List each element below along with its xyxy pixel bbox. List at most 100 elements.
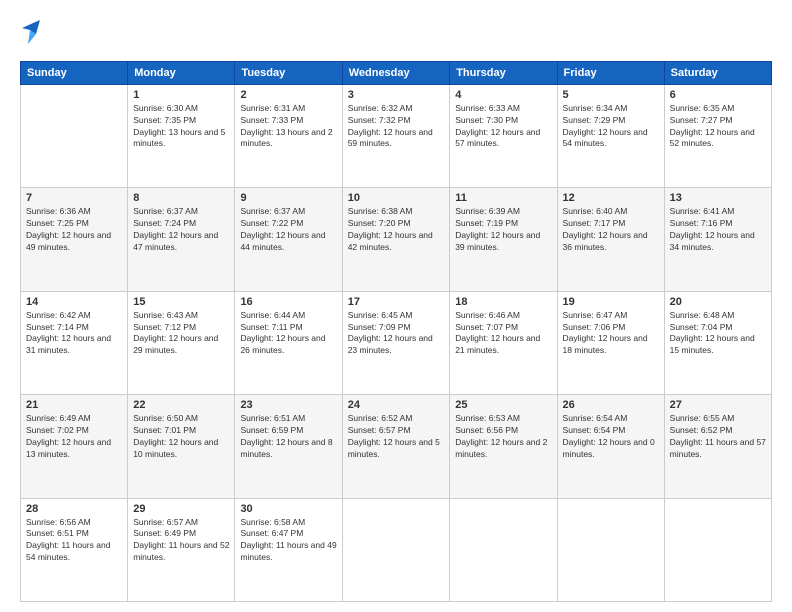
calendar-cell: 13 Sunrise: 6:41 AMSunset: 7:16 PMDayligh… (664, 188, 771, 291)
calendar-cell (21, 84, 128, 187)
weekday-header-saturday: Saturday (664, 61, 771, 84)
weekday-header-friday: Friday (557, 61, 664, 84)
day-number: 16 (240, 296, 336, 308)
week-row-2: 14 Sunrise: 6:42 AMSunset: 7:14 PMDayligh… (21, 291, 772, 394)
day-info: Sunrise: 6:44 AMSunset: 7:11 PMDaylight:… (240, 310, 336, 358)
calendar-cell (450, 498, 557, 601)
day-number: 9 (240, 192, 336, 204)
day-number: 19 (563, 296, 659, 308)
day-number: 28 (26, 503, 122, 515)
calendar-cell: 25 Sunrise: 6:53 AMSunset: 6:56 PMDayligh… (450, 395, 557, 498)
calendar-cell: 23 Sunrise: 6:51 AMSunset: 6:59 PMDayligh… (235, 395, 342, 498)
calendar-cell: 9 Sunrise: 6:37 AMSunset: 7:22 PMDaylight… (235, 188, 342, 291)
day-info: Sunrise: 6:30 AMSunset: 7:35 PMDaylight:… (133, 103, 229, 151)
day-info: Sunrise: 6:42 AMSunset: 7:14 PMDaylight:… (26, 310, 122, 358)
day-info: Sunrise: 6:38 AMSunset: 7:20 PMDaylight:… (348, 206, 445, 254)
calendar-cell: 17Sunrise: 6:45 AMSunset: 7:09 PMDayligh… (342, 291, 450, 394)
day-number: 22 (133, 399, 229, 411)
day-number: 18 (455, 296, 551, 308)
day-number: 5 (563, 89, 659, 101)
calendar-cell: 5 Sunrise: 6:34 AMSunset: 7:29 PMDaylight… (557, 84, 664, 187)
logo-bird-icon (22, 20, 40, 44)
weekday-header-sunday: Sunday (21, 61, 128, 84)
calendar-cell: 29Sunrise: 6:57 AMSunset: 6:49 PMDayligh… (128, 498, 235, 601)
day-number: 12 (563, 192, 659, 204)
day-info: Sunrise: 6:31 AMSunset: 7:33 PMDaylight:… (240, 103, 336, 151)
day-info: Sunrise: 6:43 AMSunset: 7:12 PMDaylight:… (133, 310, 229, 358)
day-number: 2 (240, 89, 336, 101)
day-info: Sunrise: 6:56 AMSunset: 6:51 PMDaylight:… (26, 517, 122, 565)
week-row-4: 28 Sunrise: 6:56 AMSunset: 6:51 PMDayligh… (21, 498, 772, 601)
day-number: 6 (670, 89, 766, 101)
calendar-cell: 22 Sunrise: 6:50 AMSunset: 7:01 PMDayligh… (128, 395, 235, 498)
header (20, 18, 772, 51)
day-info: Sunrise: 6:41 AMSunset: 7:16 PMDaylight:… (670, 206, 766, 254)
week-row-1: 7Sunrise: 6:36 AMSunset: 7:25 PMDaylight… (21, 188, 772, 291)
day-number: 23 (240, 399, 336, 411)
calendar-page: SundayMondayTuesdayWednesdayThursdayFrid… (0, 0, 792, 612)
day-number: 4 (455, 89, 551, 101)
calendar-cell: 27 Sunrise: 6:55 AMSunset: 6:52 PMDayligh… (664, 395, 771, 498)
day-info: Sunrise: 6:37 AMSunset: 7:22 PMDaylight:… (240, 206, 336, 254)
day-info: Sunrise: 6:51 AMSunset: 6:59 PMDaylight:… (240, 413, 336, 461)
weekday-header-thursday: Thursday (450, 61, 557, 84)
day-number: 3 (348, 89, 445, 101)
calendar-cell: 3 Sunrise: 6:32 AMSunset: 7:32 PMDaylight… (342, 84, 450, 187)
day-info: Sunrise: 6:40 AMSunset: 7:17 PMDaylight:… (563, 206, 659, 254)
calendar-cell: 1 Sunrise: 6:30 AMSunset: 7:35 PMDaylight… (128, 84, 235, 187)
calendar-cell: 19Sunrise: 6:47 AMSunset: 7:06 PMDayligh… (557, 291, 664, 394)
day-info: Sunrise: 6:50 AMSunset: 7:01 PMDaylight:… (133, 413, 229, 461)
day-number: 1 (133, 89, 229, 101)
calendar-cell: 7Sunrise: 6:36 AMSunset: 7:25 PMDaylight… (21, 188, 128, 291)
day-number: 11 (455, 192, 551, 204)
calendar-cell: 14 Sunrise: 6:42 AMSunset: 7:14 PMDayligh… (21, 291, 128, 394)
day-number: 15 (133, 296, 229, 308)
day-number: 13 (670, 192, 766, 204)
calendar-table: SundayMondayTuesdayWednesdayThursdayFrid… (20, 61, 772, 602)
calendar-cell: 4Sunrise: 6:33 AMSunset: 7:30 PMDaylight… (450, 84, 557, 187)
calendar-cell: 26 Sunrise: 6:54 AMSunset: 6:54 PMDayligh… (557, 395, 664, 498)
day-info: Sunrise: 6:39 AMSunset: 7:19 PMDaylight:… (455, 206, 551, 254)
day-number: 24 (348, 399, 445, 411)
day-number: 17 (348, 296, 445, 308)
calendar-cell: 28 Sunrise: 6:56 AMSunset: 6:51 PMDayligh… (21, 498, 128, 601)
calendar-cell: 10 Sunrise: 6:38 AMSunset: 7:20 PMDayligh… (342, 188, 450, 291)
calendar-cell: 21 Sunrise: 6:49 AMSunset: 7:02 PMDayligh… (21, 395, 128, 498)
day-info: Sunrise: 6:32 AMSunset: 7:32 PMDaylight:… (348, 103, 445, 151)
day-number: 14 (26, 296, 122, 308)
calendar-cell: 18 Sunrise: 6:46 AMSunset: 7:07 PMDayligh… (450, 291, 557, 394)
calendar-cell (664, 498, 771, 601)
day-number: 7 (26, 192, 122, 204)
week-row-0: 1 Sunrise: 6:30 AMSunset: 7:35 PMDaylight… (21, 84, 772, 187)
day-number: 8 (133, 192, 229, 204)
day-info: Sunrise: 6:49 AMSunset: 7:02 PMDaylight:… (26, 413, 122, 461)
calendar-cell (557, 498, 664, 601)
day-info: Sunrise: 6:58 AMSunset: 6:47 PMDaylight:… (240, 517, 336, 565)
day-info: Sunrise: 6:54 AMSunset: 6:54 PMDaylight:… (563, 413, 659, 461)
day-info: Sunrise: 6:46 AMSunset: 7:07 PMDaylight:… (455, 310, 551, 358)
calendar-cell: 11 Sunrise: 6:39 AMSunset: 7:19 PMDayligh… (450, 188, 557, 291)
day-number: 27 (670, 399, 766, 411)
logo (20, 22, 40, 51)
calendar-cell: 2 Sunrise: 6:31 AMSunset: 7:33 PMDaylight… (235, 84, 342, 187)
day-info: Sunrise: 6:35 AMSunset: 7:27 PMDaylight:… (670, 103, 766, 151)
day-info: Sunrise: 6:48 AMSunset: 7:04 PMDaylight:… (670, 310, 766, 358)
calendar-cell: 30 Sunrise: 6:58 AMSunset: 6:47 PMDayligh… (235, 498, 342, 601)
weekday-header-tuesday: Tuesday (235, 61, 342, 84)
calendar-cell: 20 Sunrise: 6:48 AMSunset: 7:04 PMDayligh… (664, 291, 771, 394)
day-number: 20 (670, 296, 766, 308)
calendar-cell: 8 Sunrise: 6:37 AMSunset: 7:24 PMDaylight… (128, 188, 235, 291)
week-row-3: 21 Sunrise: 6:49 AMSunset: 7:02 PMDayligh… (21, 395, 772, 498)
day-info: Sunrise: 6:34 AMSunset: 7:29 PMDaylight:… (563, 103, 659, 151)
day-info: Sunrise: 6:55 AMSunset: 6:52 PMDaylight:… (670, 413, 766, 461)
day-number: 25 (455, 399, 551, 411)
day-info: Sunrise: 6:37 AMSunset: 7:24 PMDaylight:… (133, 206, 229, 254)
day-number: 10 (348, 192, 445, 204)
day-number: 26 (563, 399, 659, 411)
day-info: Sunrise: 6:53 AMSunset: 6:56 PMDaylight:… (455, 413, 551, 461)
day-number: 21 (26, 399, 122, 411)
day-number: 30 (240, 503, 336, 515)
weekday-header-row: SundayMondayTuesdayWednesdayThursdayFrid… (21, 61, 772, 84)
calendar-cell: 16 Sunrise: 6:44 AMSunset: 7:11 PMDayligh… (235, 291, 342, 394)
day-info: Sunrise: 6:52 AMSunset: 6:57 PMDaylight:… (348, 413, 445, 461)
